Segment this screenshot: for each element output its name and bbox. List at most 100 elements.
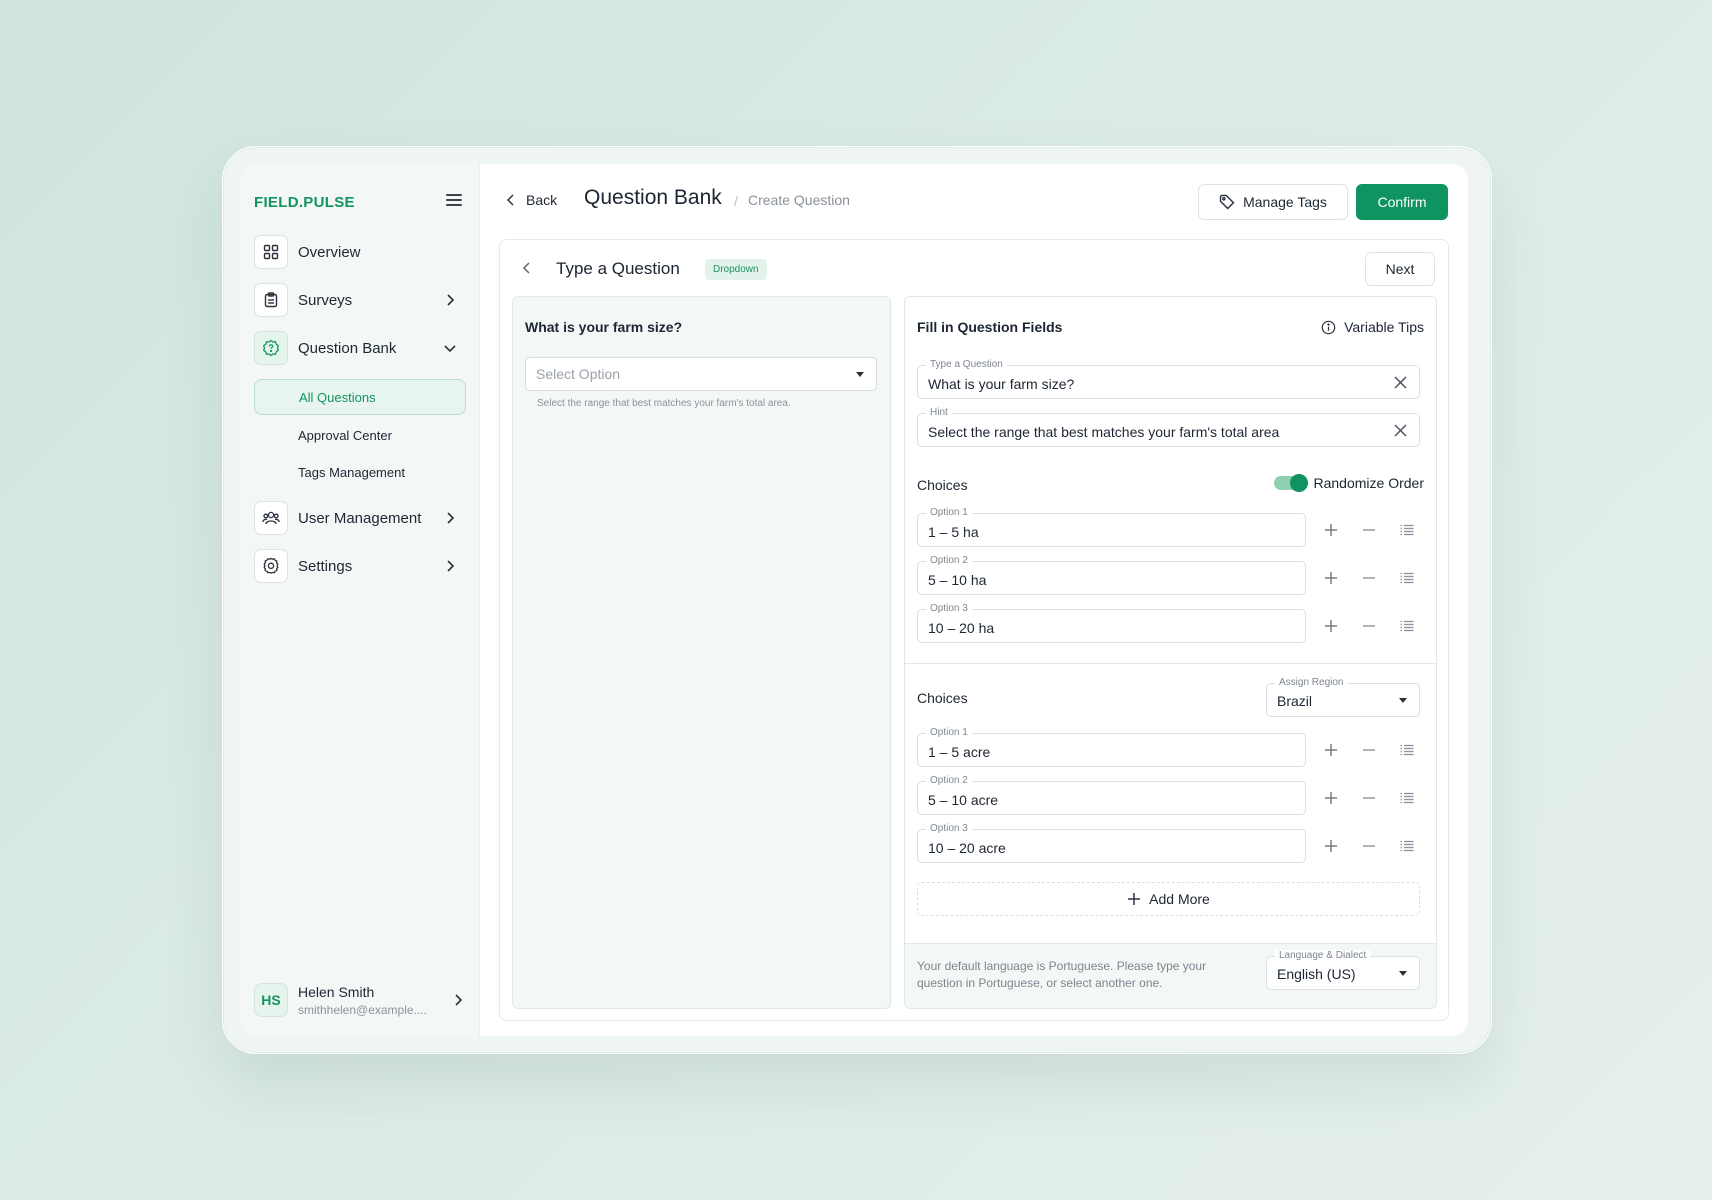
field-value: English (US) [1277,966,1356,982]
language-note: Your default language is Portuguese. Ple… [917,959,1207,990]
question-gear-icon [254,331,288,365]
option-field[interactable]: Option 1 1 – 5 ha [917,507,1306,547]
field-value: Select the range that best matches your … [928,424,1280,440]
language-select[interactable]: Language & Dialect English (US) [1266,950,1420,990]
preview-select[interactable]: Select Option [525,357,877,391]
app-screen: FIELD.PULSE Overview Surveys Question Ba… [240,164,1468,1036]
field-value: 10 – 20 ha [928,620,995,636]
chevron-left-icon [506,194,514,206]
sidebar-item-user-management[interactable]: User Management [254,500,466,536]
sidebar-item-overview[interactable]: Overview [254,234,466,270]
minus-icon[interactable] [1350,740,1388,760]
option-actions [1312,616,1426,636]
clipboard-icon [254,283,288,317]
close-icon[interactable] [1394,376,1407,389]
sidebar-subitem-tags-management[interactable]: Tags Management [254,454,466,490]
question-card: Type a Question Dropdown Next What is yo… [499,239,1449,1021]
option-actions [1312,788,1426,808]
sidebar-subitem-all-questions[interactable]: All Questions [254,379,466,415]
caret-down-icon [1399,971,1407,976]
plus-icon[interactable] [1312,836,1350,856]
question-type-badge: Dropdown [705,259,767,280]
sidebar: FIELD.PULSE Overview Surveys Question Ba… [240,164,480,1036]
sidebar-item-surveys[interactable]: Surveys [254,282,466,318]
user-profile[interactable]: HS Helen Smith smithhelen@example.... [254,980,466,1020]
confirm-button[interactable]: Confirm [1356,184,1448,220]
chevron-down-icon [444,345,456,353]
drag-list-icon[interactable] [1388,788,1426,808]
field-label: Assign Region [1275,677,1348,689]
field-label: Type a Question [926,359,1007,371]
add-more-button[interactable]: Add More [917,882,1420,916]
user-email: smithhelen@example.... [298,1002,427,1017]
hint-text-field[interactable]: Hint Select the range that best matches … [917,407,1420,447]
field-label: Option 3 [926,823,972,835]
plus-icon[interactable] [1312,568,1350,588]
variable-tips-label: Variable Tips [1344,319,1424,335]
card-title: Type a Question [556,259,680,278]
field-value: 5 – 10 acre [928,792,999,808]
section-divider [905,663,1436,664]
minus-icon[interactable] [1350,520,1388,540]
option-actions [1312,520,1426,540]
plus-icon [1128,893,1141,905]
manage-tags-label: Manage Tags [1243,194,1327,210]
variable-tips-button[interactable]: Variable Tips [1321,319,1424,335]
minus-icon[interactable] [1350,788,1388,808]
field-value: 5 – 10 ha [928,572,987,588]
minus-icon[interactable] [1350,616,1388,636]
randomize-label: Randomize Order [1313,475,1425,491]
option-actions [1312,568,1426,588]
drag-list-icon[interactable] [1388,568,1426,588]
add-more-label: Add More [1149,891,1210,907]
preview-hint: Select the range that best matches your … [537,398,791,409]
option-field[interactable]: Option 3 10 – 20 acre [917,823,1306,863]
menu-icon[interactable] [444,191,464,211]
field-value: 10 – 20 acre [928,840,1006,856]
question-text-field[interactable]: Type a Question What is your farm size? [917,359,1420,399]
choices-title: Choices [917,477,968,493]
plus-icon[interactable] [1312,520,1350,540]
toggle-switch [1273,474,1308,492]
plus-icon[interactable] [1312,788,1350,808]
sidebar-item-question-bank[interactable]: Question Bank [254,330,466,366]
chevron-right-icon [447,512,455,524]
caret-down-icon [856,372,864,377]
assign-region-select[interactable]: Assign Region Brazil [1266,677,1420,717]
grid-icon [254,235,288,269]
back-button[interactable]: Back [506,192,557,208]
field-label: Language & Dialect [1275,950,1371,962]
user-name: Helen Smith [298,983,375,1000]
field-value: 1 – 5 acre [928,744,991,760]
chevron-left-icon[interactable] [522,262,532,274]
drag-list-icon[interactable] [1388,740,1426,760]
close-icon[interactable] [1394,424,1407,437]
drag-list-icon[interactable] [1388,520,1426,540]
info-icon [1321,320,1336,334]
option-actions [1312,740,1426,760]
plus-icon[interactable] [1312,740,1350,760]
field-value: Brazil [1277,693,1313,709]
field-value: 1 – 5 ha [928,524,979,540]
option-field[interactable]: Option 2 5 – 10 ha [917,555,1306,595]
chevron-right-icon [447,560,455,572]
option-field[interactable]: Option 2 5 – 10 acre [917,775,1306,815]
next-button[interactable]: Next [1365,252,1435,286]
minus-icon[interactable] [1350,836,1388,856]
manage-tags-button[interactable]: Manage Tags [1198,184,1348,220]
option-field[interactable]: Option 3 10 – 20 ha [917,603,1306,643]
field-label: Option 2 [926,555,972,567]
randomize-order-toggle[interactable]: Randomize Order [1273,474,1425,492]
sidebar-subitem-approval-center[interactable]: Approval Center [254,417,466,453]
users-icon [254,501,288,535]
breadcrumb: Create Question [748,192,850,208]
language-footer: Your default language is Portuguese. Ple… [905,943,1436,1008]
field-label: Option 1 [926,507,972,519]
option-field[interactable]: Option 1 1 – 5 acre [917,727,1306,767]
chevron-right-icon [455,994,463,1006]
drag-list-icon[interactable] [1388,836,1426,856]
sidebar-item-settings[interactable]: Settings [254,548,466,584]
minus-icon[interactable] [1350,568,1388,588]
plus-icon[interactable] [1312,616,1350,636]
drag-list-icon[interactable] [1388,616,1426,636]
